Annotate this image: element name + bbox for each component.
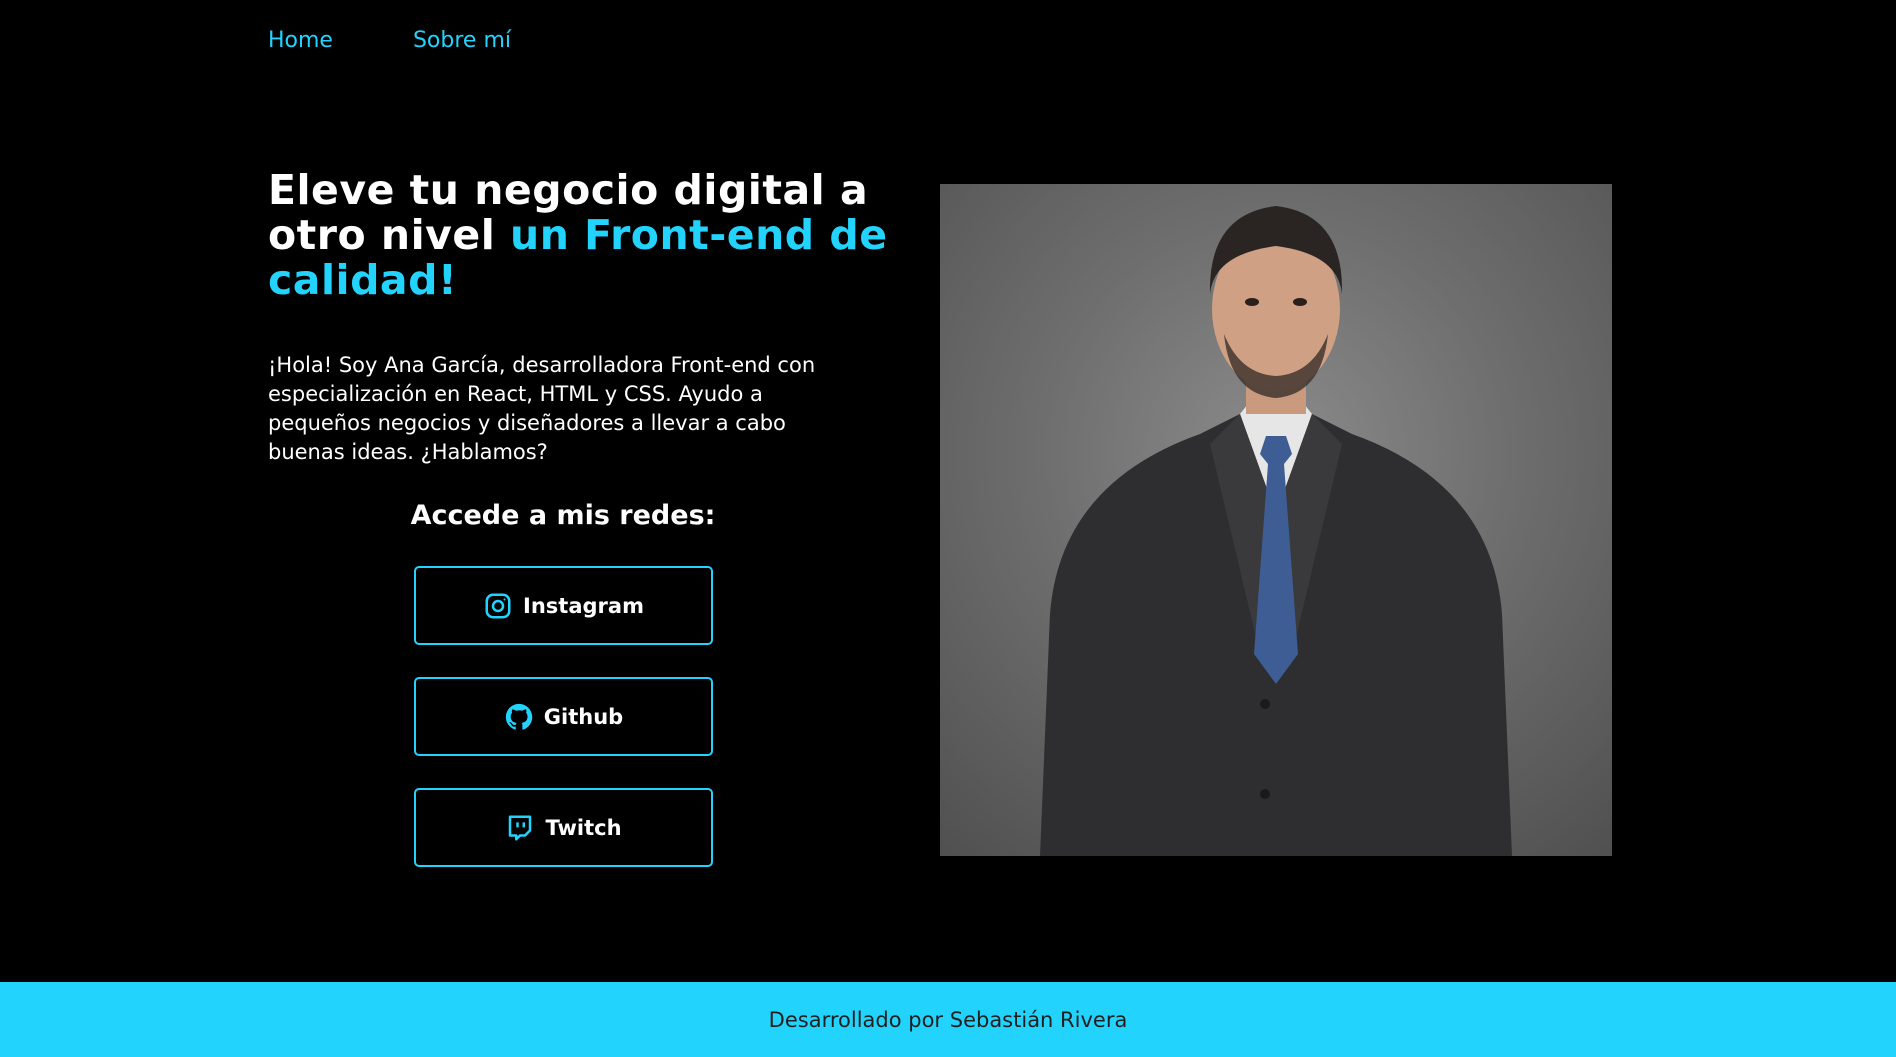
github-button[interactable]: Github	[414, 677, 713, 756]
twitch-icon	[509, 815, 532, 840]
instagram-button[interactable]: Instagram	[414, 566, 713, 645]
github-label: Github	[543, 704, 624, 729]
instagram-icon	[485, 593, 511, 618]
twitch-label: Twitch	[545, 815, 622, 840]
instagram-label: Instagram	[523, 593, 644, 618]
main-nav: Home Sobre mí	[268, 28, 511, 53]
hero-intro: ¡Hola! Soy Ana García, desarrolladora Fr…	[268, 353, 816, 464]
social-title: Accede a mis redes:	[410, 500, 716, 531]
person-portrait-illustration	[1040, 206, 1512, 856]
profile-photo	[940, 184, 1612, 856]
footer: Desarrollado por Sebastián Rivera	[0, 982, 1896, 1057]
footer-credit: Desarrollado por Sebastián Rivera	[768, 1007, 1128, 1032]
github-icon	[505, 703, 533, 730]
nav-about-link[interactable]: Sobre mí	[413, 28, 511, 53]
twitch-button[interactable]: Twitch	[414, 788, 713, 867]
nav-home-link[interactable]: Home	[268, 28, 333, 53]
hero-headline: Eleve tu negocio digital a otro nivel un…	[268, 168, 888, 303]
hero-text: Eleve tu negocio digital a otro nivel un…	[268, 168, 888, 467]
